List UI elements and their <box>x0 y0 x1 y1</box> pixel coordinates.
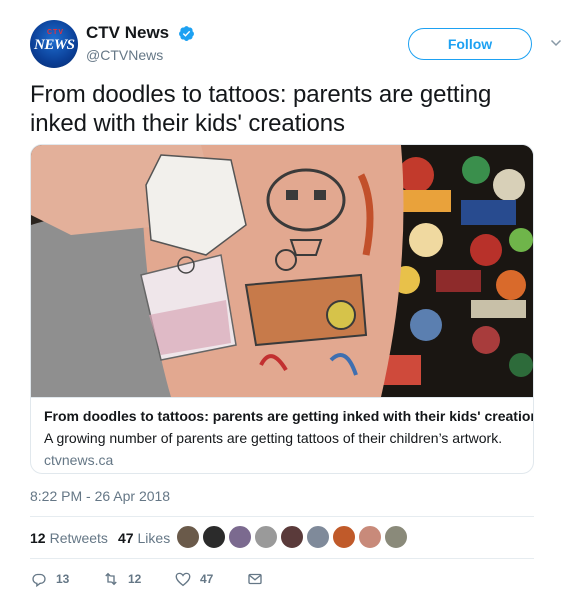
liker-avatar[interactable] <box>358 525 382 549</box>
envelope-icon <box>248 573 262 585</box>
heart-icon <box>175 572 191 587</box>
reply-icon <box>32 573 46 588</box>
liker-avatar[interactable] <box>384 525 408 549</box>
likes-count: 47 <box>117 530 134 546</box>
tweet-header: CTV NEWS CTV News @CTVNews Follow <box>30 20 562 70</box>
tweet: CTV NEWS CTV News @CTVNews Follow From d… <box>0 0 564 611</box>
action-bar: 13 12 47 <box>30 568 534 592</box>
divider <box>30 516 534 517</box>
liker-avatar[interactable] <box>306 525 330 549</box>
liker-avatar[interactable] <box>202 525 226 549</box>
liker-avatar[interactable] <box>176 525 200 549</box>
card-domain[interactable]: ctvnews.ca <box>44 452 522 468</box>
retweet-icon <box>105 572 117 586</box>
liker-avatar[interactable] <box>228 525 252 549</box>
avatar-logo-text: NEWS <box>34 37 75 53</box>
engagement-stats: 12 Retweets 47 Likes <box>30 528 180 548</box>
liker-avatar[interactable] <box>332 525 356 549</box>
follow-button[interactable]: Follow <box>408 28 532 60</box>
divider <box>30 558 534 559</box>
retweet-button[interactable]: 12 <box>102 568 141 590</box>
card-title[interactable]: From doodles to tattoos: parents are get… <box>44 408 533 424</box>
like-count: 47 <box>200 572 214 586</box>
liker-avatar[interactable] <box>254 525 278 549</box>
card-description: A growing number of parents are getting … <box>44 430 503 446</box>
verified-badge-icon <box>178 25 194 41</box>
reply-count: 13 <box>56 572 70 586</box>
avatar-logo-dots: CTV <box>47 29 64 36</box>
name-block: CTV News @CTVNews <box>86 23 195 63</box>
chevron-down-icon[interactable] <box>550 37 562 49</box>
retweets-stat[interactable]: 12 Retweets <box>30 530 108 546</box>
display-name[interactable]: CTV News <box>86 23 169 43</box>
like-button[interactable]: 47 <box>174 568 213 590</box>
retweets-label: Retweets <box>49 530 108 546</box>
avatar[interactable]: CTV NEWS <box>30 20 78 68</box>
likes-stat[interactable]: 47 Likes <box>118 530 170 546</box>
likers-avatars <box>176 525 416 551</box>
reply-button[interactable]: 13 <box>30 568 69 590</box>
tweet-text: From doodles to tattoos: parents are get… <box>30 81 492 137</box>
likes-label: Likes <box>137 530 171 546</box>
timestamp[interactable]: 8:22 PM - 26 Apr 2018 <box>30 488 170 504</box>
handle[interactable]: @CTVNews <box>86 47 195 63</box>
link-card[interactable]: From doodles to tattoos: parents are get… <box>30 144 534 474</box>
retweets-count: 12 <box>30 530 46 546</box>
card-body[interactable]: From doodles to tattoos: parents are get… <box>31 397 533 473</box>
card-image[interactable] <box>31 145 534 397</box>
liker-avatar[interactable] <box>280 525 304 549</box>
retweet-count: 12 <box>128 572 142 586</box>
direct-message-button[interactable] <box>246 568 264 590</box>
